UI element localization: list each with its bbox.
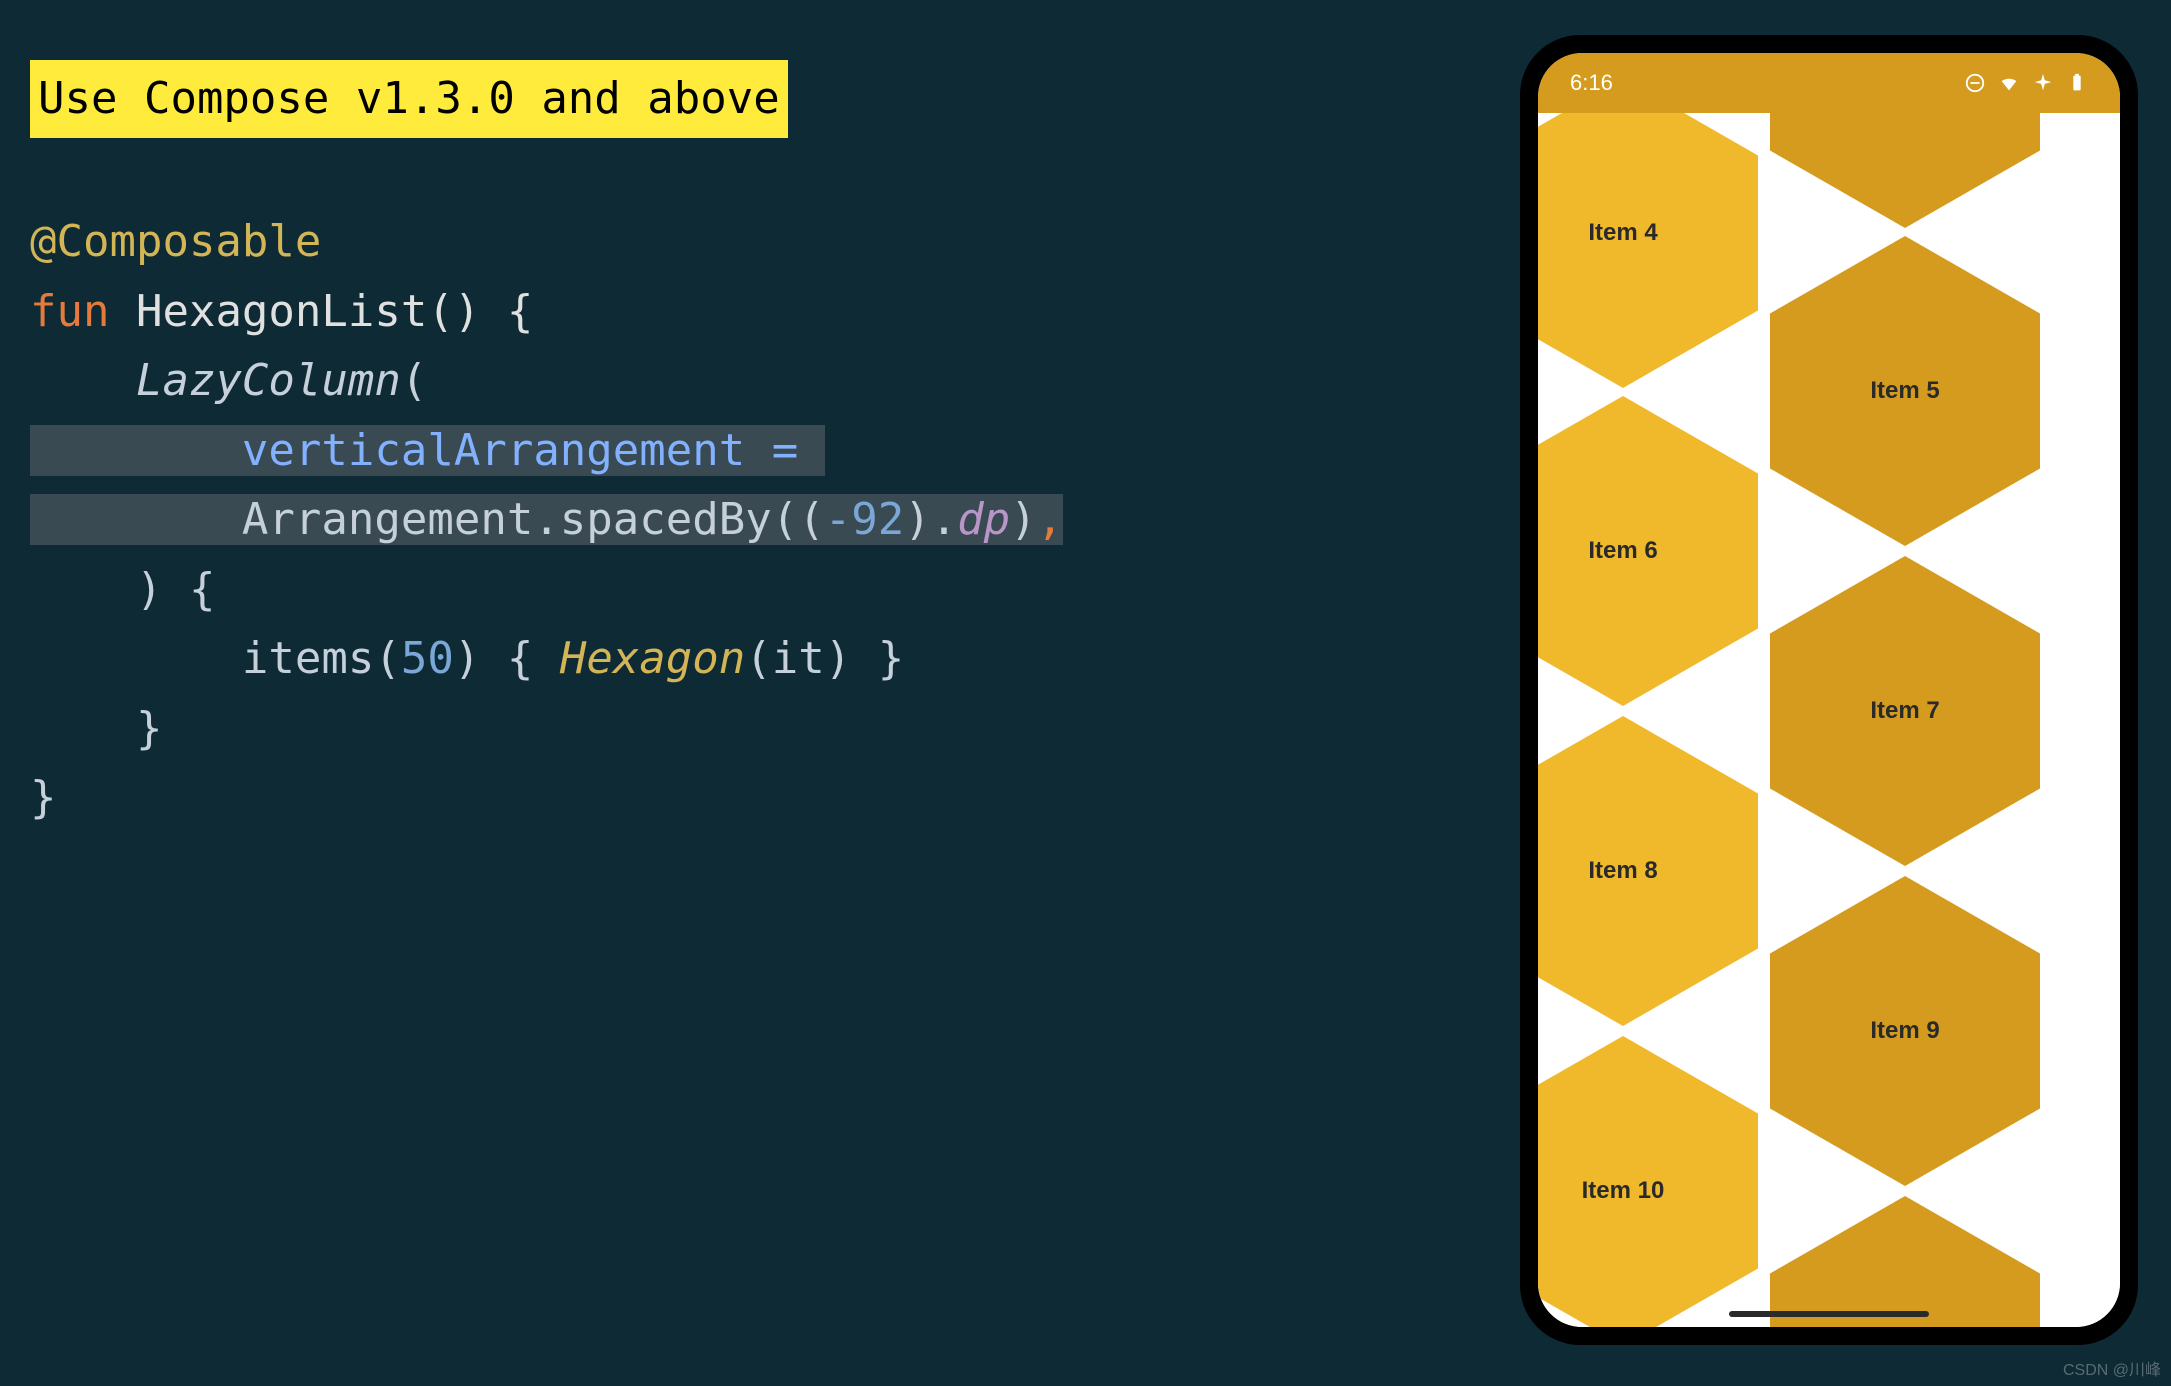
close-lazy-paren: ) {: [30, 564, 215, 615]
code-area: Use Compose v1.3.0 and above @Composable…: [30, 60, 1063, 833]
count-50: 50: [401, 633, 454, 684]
annotation: @Composable: [30, 216, 321, 267]
negative-92: -92: [825, 494, 904, 545]
hexagon-item[interactable]: Item 3: [1770, 113, 2040, 228]
vertical-arrangement-param: verticalArrangement =: [242, 425, 825, 476]
hexagon-item[interactable]: Item 7: [1770, 556, 2040, 866]
hexagon-call: Hexagon: [560, 633, 745, 684]
keyword-fun: fun: [30, 286, 109, 337]
hexagon-item[interactable]: Item 9: [1770, 876, 2040, 1186]
status-time: 6:16: [1570, 70, 1613, 96]
dnd-icon: [1964, 72, 1986, 94]
hexagon-item[interactable]: Item 10: [1538, 1036, 1758, 1327]
phone-frame: 6:16 Item 3Item 4Item 5Item 6Item 7Item …: [1520, 35, 2138, 1345]
wifi-icon: [1998, 72, 2020, 94]
function-signature: HexagonList() {: [109, 286, 533, 337]
dp-extension: dp: [957, 494, 1010, 545]
status-bar: 6:16: [1538, 53, 2120, 113]
arrangement-spacedby: Arrangement.spacedBy((: [242, 494, 825, 545]
hexagon-item[interactable]: Item 8: [1538, 716, 1758, 1026]
hexagon-item[interactable]: Item 5: [1770, 236, 2040, 546]
airplane-icon: [2032, 72, 2054, 94]
home-indicator[interactable]: [1729, 1311, 1929, 1317]
lazycolumn-call: LazyColumn: [136, 355, 401, 406]
phone-screen: 6:16 Item 3Item 4Item 5Item 6Item 7Item …: [1538, 53, 2120, 1327]
battery-icon: [2066, 72, 2088, 94]
hexagon-item[interactable]: Item 4: [1538, 113, 1758, 388]
hexagon-item[interactable]: [1770, 1196, 2040, 1327]
status-icons: [1964, 72, 2088, 94]
hexagon-list[interactable]: Item 3Item 4Item 5Item 6Item 7Item 8Item…: [1538, 113, 2120, 1327]
hexagon-item[interactable]: Item 6: [1538, 396, 1758, 706]
watermark: CSDN @川峰: [2063, 1356, 2161, 1380]
version-banner: Use Compose v1.3.0 and above: [30, 60, 788, 138]
